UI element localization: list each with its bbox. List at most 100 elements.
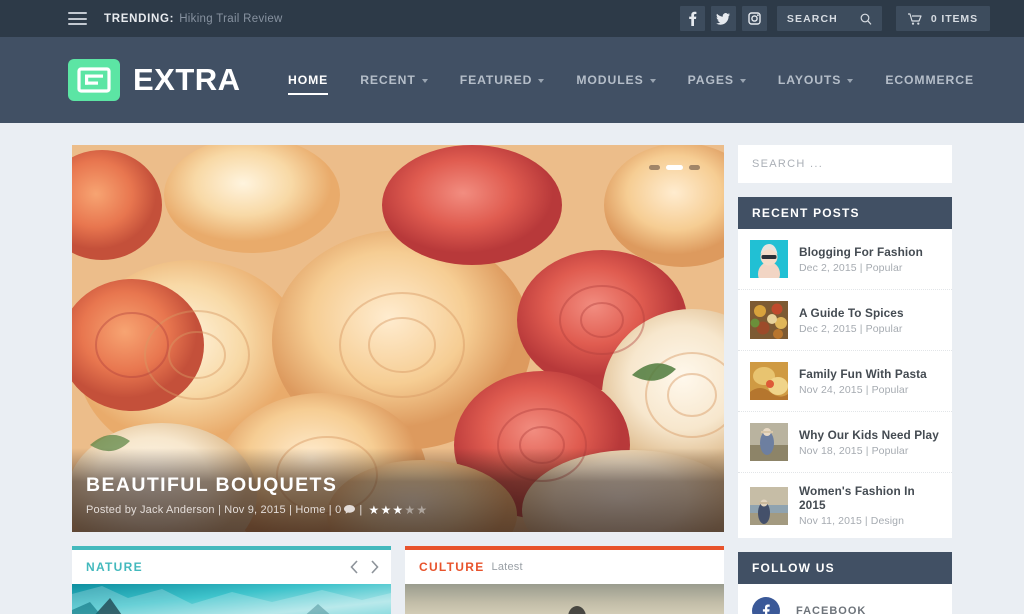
post-category[interactable]: Popular	[872, 445, 909, 457]
nav-item-pages[interactable]: PAGES	[672, 62, 762, 98]
slider-dot[interactable]	[649, 165, 660, 170]
list-item[interactable]: Why Our Kids Need Play Nov 18, 2015 | Po…	[738, 412, 952, 473]
site-logo[interactable]: EXTRA	[68, 59, 241, 101]
module-title[interactable]: NATURE	[86, 560, 143, 574]
sidebar-search-field[interactable]: SEARCH ...	[738, 145, 952, 183]
chevron-down-icon	[421, 79, 428, 83]
post-category[interactable]: Popular	[866, 262, 903, 274]
nav-label: HOME	[288, 73, 329, 87]
widget-header: FOLLOW US	[738, 552, 952, 584]
widget-header: RECENT POSTS	[738, 197, 952, 229]
nav-item-recent[interactable]: RECENT	[344, 62, 444, 98]
site-header: EXTRA HOME RECENT FEATURED MODULES PAGES…	[0, 37, 1024, 123]
trending-label: TRENDING:	[104, 12, 175, 25]
cart-icon	[907, 12, 922, 25]
module-nature: NATURE	[72, 546, 391, 614]
post-title[interactable]: Women's Fashion In 2015	[799, 484, 940, 512]
post-title[interactable]: A Guide To Spices	[799, 306, 904, 320]
nav-item-layouts[interactable]: LAYOUTS	[762, 62, 869, 98]
slider-pagination[interactable]	[649, 165, 700, 170]
comment-bubble-icon	[344, 505, 356, 514]
nav-item-modules[interactable]: MODULES	[560, 62, 671, 98]
post-title[interactable]: Blogging For Fashion	[799, 245, 923, 259]
chevron-down-icon	[538, 79, 545, 83]
page-content: BEAUTIFUL BOUQUETS Posted by Jack Anders…	[0, 123, 1024, 614]
hero-meta-text: Posted by Jack Anderson | Nov 9, 2015 | …	[86, 504, 342, 516]
module-thumbnail[interactable]	[405, 584, 724, 614]
follow-label: FACEBOOK	[796, 605, 867, 614]
chevron-down-icon	[739, 79, 746, 83]
widget-follow-us: FOLLOW US FACEBOOK	[738, 552, 952, 614]
star-icon: ★	[416, 503, 428, 517]
list-item[interactable]: Blogging For Fashion Dec 2, 2015 | Popul…	[738, 229, 952, 290]
instagram-icon[interactable]	[741, 6, 767, 31]
nav-item-ecommerce[interactable]: ECOMMERCE	[869, 62, 990, 98]
module-nav-arrows	[338, 550, 391, 584]
post-thumbnail	[750, 486, 788, 525]
featured-hero-slider[interactable]: BEAUTIFUL BOUQUETS Posted by Jack Anders…	[72, 145, 724, 532]
twitter-icon[interactable]	[710, 6, 736, 31]
list-item[interactable]: Women's Fashion In 2015 Nov 11, 2015 | D…	[738, 473, 952, 538]
follow-item-facebook[interactable]: FACEBOOK	[738, 584, 952, 614]
post-category[interactable]: Design	[871, 515, 904, 527]
module-header: NATURE	[72, 550, 391, 584]
post-date: Nov 18, 2015	[799, 444, 863, 457]
facebook-icon[interactable]	[679, 6, 705, 31]
post-text: Why Our Kids Need Play Nov 18, 2015 | Po…	[799, 428, 939, 457]
chevron-down-icon	[649, 79, 656, 83]
slider-dot-active[interactable]	[666, 165, 683, 170]
post-meta: Dec 2, 2015 | Popular	[799, 261, 903, 274]
category-modules: NATURE CULTURE Latest	[72, 546, 724, 614]
top-bar-actions: SEARCH 0 ITEMS	[679, 6, 990, 31]
module-title[interactable]: CULTURE	[419, 560, 485, 574]
post-text: Women's Fashion In 2015 Nov 11, 2015 | D…	[799, 484, 940, 527]
list-item[interactable]: A Guide To Spices Dec 2, 2015 | Popular	[738, 290, 952, 351]
search-button[interactable]: SEARCH	[776, 6, 882, 31]
extra-e-logo-icon	[68, 59, 120, 101]
post-thumbnail	[750, 240, 788, 278]
nav-label: LAYOUTS	[777, 73, 842, 87]
hero-post-title[interactable]: BEAUTIFUL BOUQUETS	[86, 474, 702, 497]
trending-headline[interactable]: Hiking Trail Review	[179, 13, 282, 25]
post-thumbnail	[750, 362, 788, 400]
search-button-label: SEARCH	[786, 12, 838, 25]
star-icon: ★	[380, 503, 392, 517]
slider-dot[interactable]	[689, 165, 700, 170]
nav-item-home[interactable]: HOME	[272, 62, 344, 98]
post-date: Nov 24, 2015	[799, 383, 863, 396]
post-category[interactable]: Popular	[872, 384, 909, 396]
list-item[interactable]: Family Fun With Pasta Nov 24, 2015 | Pop…	[738, 351, 952, 412]
main-column: BEAUTIFUL BOUQUETS Posted by Jack Anders…	[72, 145, 724, 614]
hero-post-meta: Posted by Jack Anderson | Nov 9, 2015 | …	[86, 504, 702, 516]
cart-button[interactable]: 0 ITEMS	[895, 6, 990, 31]
nav-item-featured[interactable]: FEATURED	[444, 62, 561, 98]
post-date: Dec 2, 2015	[799, 322, 857, 335]
sidebar: SEARCH ... RECENT POSTS Blogging For Fas…	[738, 145, 952, 614]
widget-title: RECENT POSTS	[752, 206, 860, 220]
chevron-left-icon[interactable]	[350, 560, 359, 574]
star-icon: ★	[368, 503, 380, 517]
module-thumbnail[interactable]	[72, 584, 391, 614]
nav-label: RECENT	[360, 73, 416, 87]
nav-label: FEATURED	[459, 73, 533, 87]
module-subtitle[interactable]: Latest	[492, 561, 523, 573]
post-meta: Nov 24, 2015 | Popular	[799, 383, 909, 396]
search-input-placeholder: SEARCH ...	[752, 158, 824, 170]
nav-label: PAGES	[687, 73, 734, 87]
module-culture: CULTURE Latest	[405, 546, 724, 614]
hamburger-icon[interactable]	[68, 12, 87, 25]
chevron-right-icon[interactable]	[370, 560, 379, 574]
post-title[interactable]: Why Our Kids Need Play	[799, 428, 939, 442]
post-thumbnail	[750, 301, 788, 339]
post-date: Dec 2, 2015	[799, 261, 857, 274]
post-meta: Dec 2, 2015 | Popular	[799, 322, 903, 335]
post-category[interactable]: Popular	[866, 323, 903, 335]
post-title[interactable]: Family Fun With Pasta	[799, 367, 927, 381]
star-icon: ★	[392, 503, 404, 517]
post-text: Blogging For Fashion Dec 2, 2015 | Popul…	[799, 245, 923, 274]
module-header: CULTURE Latest	[405, 550, 724, 584]
post-thumbnail	[750, 423, 788, 461]
widget-title: FOLLOW US	[752, 561, 835, 575]
nav-label: MODULES	[576, 73, 644, 87]
widget-recent-posts: RECENT POSTS Blogging For Fashion Dec 2,…	[738, 197, 952, 538]
